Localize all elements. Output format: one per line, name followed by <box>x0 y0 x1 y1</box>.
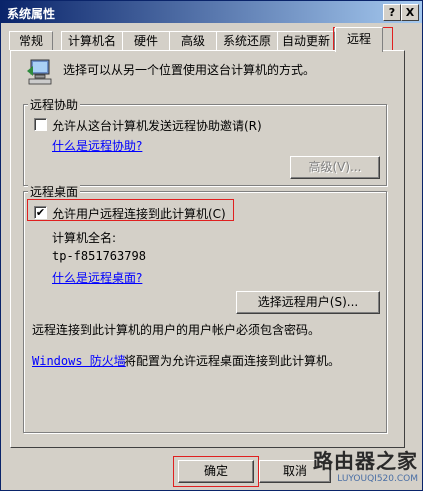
select-remote-users-button[interactable]: 选择远程用户(S)... <box>236 291 380 314</box>
help-title-button[interactable]: ? <box>383 4 401 21</box>
tab-system-restore[interactable]: 系统还原 <box>216 31 278 50</box>
tab-hardware[interactable]: 硬件 <box>122 31 170 50</box>
tab-description: 选择可以从另一个位置使用这台计算机的方式。 <box>63 63 316 77</box>
tab-automatic-updates[interactable]: 自动更新 <box>277 31 335 50</box>
password-note: 远程连接到此计算机的用户的用户帐户必须包含密码。 <box>32 323 321 337</box>
tab-advanced[interactable]: 高级 <box>169 31 217 50</box>
advanced-button[interactable]: 高级(V)... <box>290 156 380 179</box>
title-bar[interactable]: 系统属性 ? X <box>1 1 422 23</box>
tab-remote[interactable]: 远程 <box>335 27 383 52</box>
computer-name-value: tp-f851763798 <box>52 249 146 263</box>
window-title: 系统属性 <box>7 7 56 21</box>
close-title-button[interactable]: X <box>401 4 419 21</box>
tab-computer-name[interactable]: 计算机名 <box>61 31 123 50</box>
watermark-url: LUYOUQI520.COM <box>337 474 418 484</box>
remote-assistance-group: 远程协助 允许从这台计算机发送远程协助邀请(R) 什么是远程协助? 高级(V).… <box>23 96 387 186</box>
ok-button-highlight <box>173 456 259 487</box>
remote-assistance-checkbox-label[interactable]: 允许从这台计算机发送远程协助邀请(R) <box>52 117 262 134</box>
remote-assistance-legend: 远程协助 <box>28 96 81 113</box>
remote-desktop-help-link[interactable]: 什么是远程桌面? <box>52 269 142 286</box>
watermark-brand: 路由器之家 <box>313 449 418 473</box>
remote-desktop-legend: 远程桌面 <box>28 183 81 200</box>
remote-assistance-checkbox[interactable] <box>34 118 47 131</box>
computer-name-label: 计算机全名: <box>52 231 117 245</box>
remote-computer-icon <box>25 57 55 87</box>
remote-assistance-help-link[interactable]: 什么是远程协助? <box>52 137 142 154</box>
tab-strip: 常规 计算机名 硬件 高级 系统还原 自动更新 远程 <box>1 27 422 52</box>
remote-tab-panel: 选择可以从另一个位置使用这台计算机的方式。 远程协助 允许从这台计算机发送远程协… <box>10 50 405 448</box>
remote-desktop-group: 远程桌面 ✔ 允许用户远程连接到此计算机(C) 计算机全名: tp-f85176… <box>23 183 387 433</box>
windows-firewall-link[interactable]: Windows 防火墙 <box>32 352 126 369</box>
tab-general[interactable]: 常规 <box>9 31 53 50</box>
firewall-text: 将配置为允许远程桌面连接到此计算机。 <box>124 354 341 368</box>
remote-desktop-checkbox-highlight <box>27 199 234 221</box>
watermark: 路由器之家 LUYOUQI520.COM <box>313 445 418 484</box>
system-properties-window: 系统属性 ? X 常规 计算机名 硬件 高级 系统还原 自动更新 远程 选择可以… <box>0 0 423 491</box>
